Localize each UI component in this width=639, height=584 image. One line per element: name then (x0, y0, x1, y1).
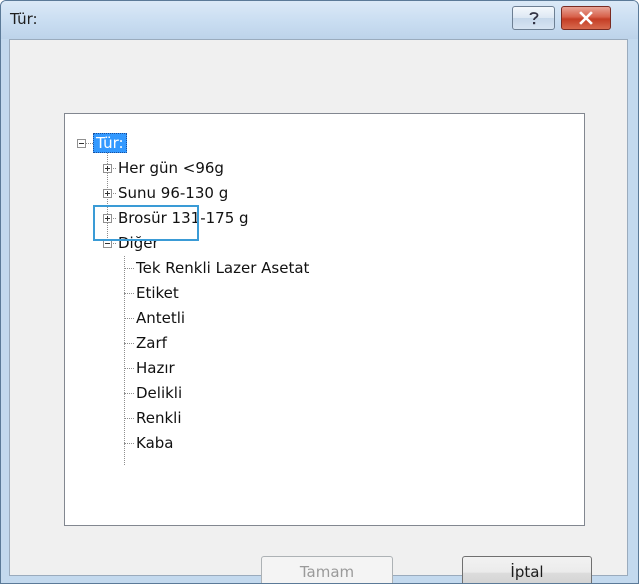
ok-button[interactable]: Tamam (261, 556, 393, 583)
close-x-icon (579, 11, 593, 25)
tree-item-her-gun[interactable]: Her gün <96g (118, 158, 224, 178)
tree-connector (124, 418, 134, 419)
tree-connector (124, 343, 134, 344)
title-bar[interactable]: Tür: (1, 1, 638, 39)
tree-connector (124, 393, 134, 394)
collapse-icon[interactable] (77, 139, 86, 148)
paper-type-tree[interactable]: Tür: Her gün <96g Sunu 96-130 g Brosür 1… (64, 113, 585, 526)
expand-icon[interactable] (103, 164, 112, 173)
close-button[interactable] (561, 6, 611, 30)
tree-connector (124, 293, 134, 294)
window-title: Tür: (10, 10, 38, 28)
tree-root-item[interactable]: Tür: (93, 133, 127, 153)
question-mark-icon (529, 12, 538, 25)
tree-item-delikli[interactable]: Delikli (136, 383, 182, 403)
tree-connector (124, 256, 125, 465)
tree-item-zarf[interactable]: Zarf (136, 333, 167, 353)
tree-item-kaba[interactable]: Kaba (136, 433, 173, 453)
tree-item-tek-renkli-lazer-asetat[interactable]: Tek Renkli Lazer Asetat (136, 258, 309, 278)
tree-connector (124, 368, 134, 369)
tree-connector (124, 318, 134, 319)
tree-item-sunu[interactable]: Sunu 96-130 g (118, 183, 228, 203)
help-button[interactable] (512, 6, 555, 30)
tree-item-hazir[interactable]: Hazır (136, 358, 175, 378)
highlight-box (93, 205, 199, 241)
tree-connector (86, 143, 93, 144)
tree-connector (124, 443, 134, 444)
dialog-content: Tür: Her gün <96g Sunu 96-130 g Brosür 1… (9, 39, 628, 583)
cancel-button[interactable]: İptal (462, 556, 592, 583)
tree-item-antetli[interactable]: Antetli (136, 308, 185, 328)
tree-item-etiket[interactable]: Etiket (136, 283, 179, 303)
tree-item-renkli[interactable]: Renkli (136, 408, 182, 428)
expand-icon[interactable] (103, 189, 112, 198)
tree-root-label: Tür: (93, 133, 127, 153)
dialog-window: Tür: Tür: Her gün <96g Sunu 96-130 g Bro… (0, 0, 639, 584)
tree-connector (124, 268, 134, 269)
